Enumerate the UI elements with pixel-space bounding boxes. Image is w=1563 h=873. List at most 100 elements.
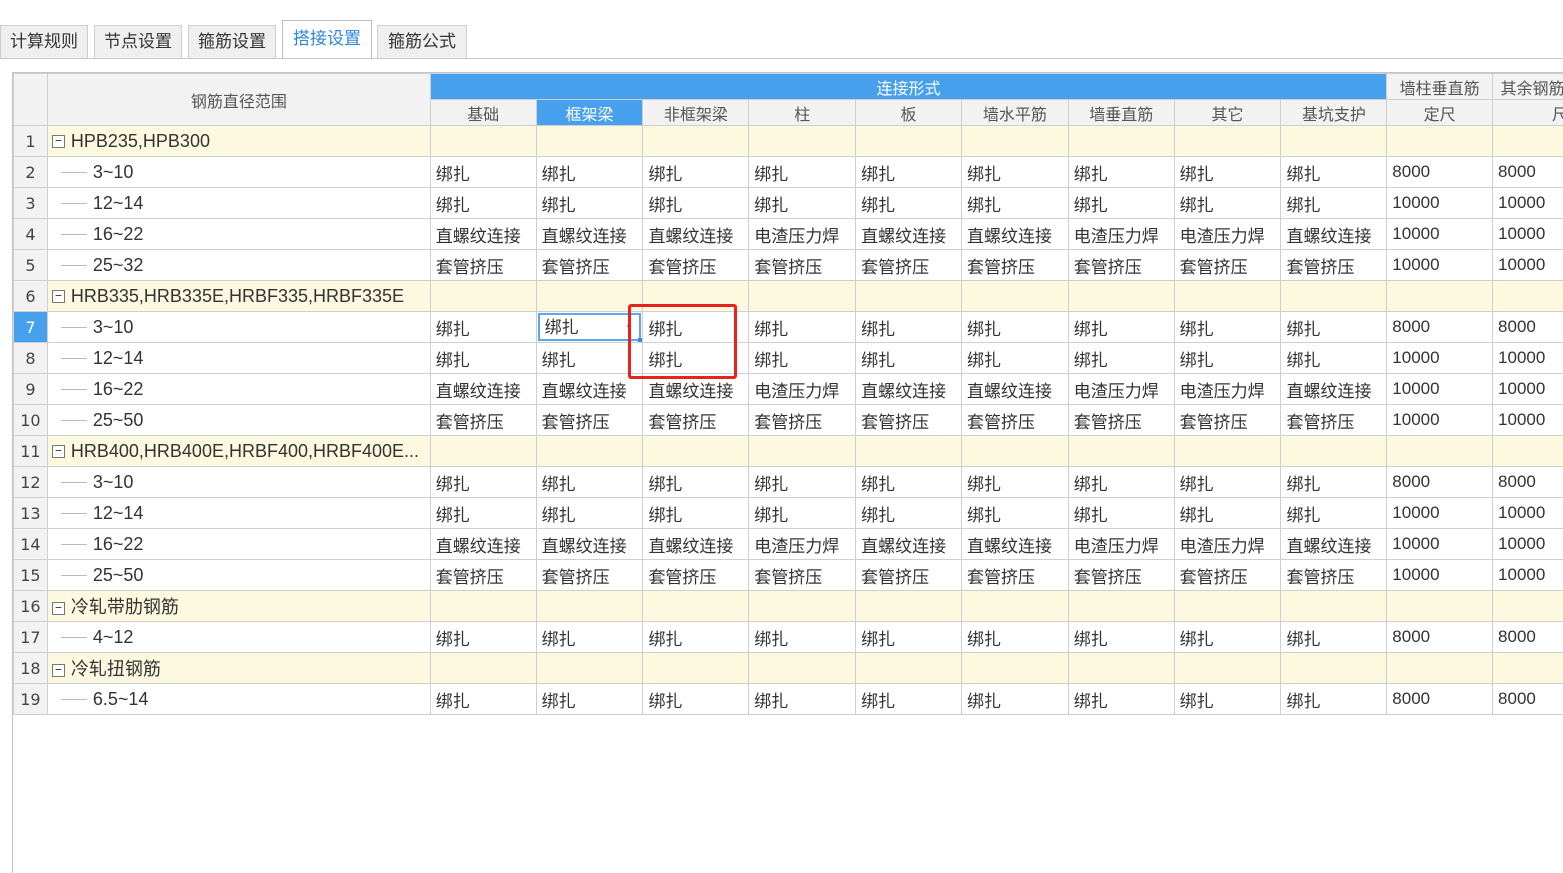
connection-cell[interactable]: 绑扎 [643, 312, 749, 343]
connection-cell[interactable] [430, 653, 536, 684]
table-row[interactable]: 1025~50套管挤压套管挤压套管挤压套管挤压套管挤压套管挤压套管挤压套管挤压套… [14, 405, 1563, 436]
connection-cell[interactable]: 电渣压力焊 [1068, 529, 1174, 560]
connection-cell[interactable] [1281, 281, 1387, 312]
connection-cell[interactable]: 绑扎 [961, 684, 1068, 715]
connection-cell[interactable]: 套管挤压 [1068, 250, 1174, 281]
connection-cell[interactable]: 绑扎 [1068, 498, 1174, 529]
connection-cell[interactable]: 绑扎 [749, 684, 856, 715]
diameter-range-cell[interactable]: 3~10 [47, 467, 430, 498]
table-row[interactable]: 525~32套管挤压套管挤压套管挤压套管挤压套管挤压套管挤压套管挤压套管挤压套管… [14, 250, 1563, 281]
connection-cell[interactable]: 绑扎 [643, 157, 749, 188]
connection-cell[interactable]: 绑扎 [430, 188, 536, 219]
connection-cell[interactable]: 电渣压力焊 [1174, 219, 1281, 250]
connection-cell[interactable]: 直螺纹连接 [856, 374, 962, 405]
connection-cell[interactable]: 直螺纹连接 [536, 529, 643, 560]
connection-cell[interactable] [749, 126, 856, 157]
connection-cell[interactable]: 绑扎 [1174, 622, 1281, 653]
row-number[interactable]: 5 [14, 250, 48, 281]
connection-cell[interactable] [1281, 436, 1387, 467]
connection-cell[interactable]: 直螺纹连接 [856, 219, 962, 250]
other-length-cell[interactable]: 10000 [1493, 529, 1563, 560]
wall-column-length-cell[interactable]: 10000 [1387, 374, 1493, 405]
column-header[interactable]: 墙水平筋 [961, 100, 1068, 126]
group-name-cell[interactable]: −冷轧扭钢筋 [47, 653, 430, 684]
connection-cell[interactable] [1068, 126, 1174, 157]
connection-cell[interactable]: 套管挤压 [1068, 560, 1174, 591]
connection-cell[interactable]: 绑扎 [430, 498, 536, 529]
wall-column-length-cell[interactable]: 10000 [1387, 250, 1493, 281]
connection-cell[interactable] [430, 281, 536, 312]
diameter-range-cell[interactable]: 12~14 [47, 343, 430, 374]
connection-cell[interactable]: 绑扎 [749, 622, 856, 653]
group-name-cell[interactable]: −HPB235,HPB300 [47, 126, 430, 157]
collapse-icon[interactable]: − [52, 445, 65, 458]
connection-cell[interactable]: 绑扎 [1068, 684, 1174, 715]
row-number[interactable]: 2 [14, 157, 48, 188]
column-header[interactable]: 非框架梁 [643, 100, 749, 126]
connection-cell[interactable]: 套管挤压 [1174, 560, 1281, 591]
connection-cell[interactable]: 绑扎 [856, 467, 962, 498]
group-name-cell[interactable]: −HRB400,HRB400E,HRBF400,HRBF400E... [47, 436, 430, 467]
connection-cell[interactable]: 绑扎 [536, 498, 643, 529]
connection-cell[interactable] [1174, 126, 1281, 157]
connection-cell[interactable] [1174, 281, 1281, 312]
column-header[interactable]: 其它 [1174, 100, 1281, 126]
column-header[interactable]: 框架梁 [536, 100, 643, 126]
diameter-range-cell[interactable]: 12~14 [47, 498, 430, 529]
group-row[interactable]: 16−冷轧带肋钢筋 [14, 591, 1563, 622]
connection-cell[interactable]: 直螺纹连接 [1281, 529, 1387, 560]
other-length-cell[interactable]: 10000 [1493, 343, 1563, 374]
connection-cell[interactable] [961, 653, 1068, 684]
wall-column-length-cell[interactable]: 8000 [1387, 684, 1493, 715]
connection-cell[interactable]: 绑扎 [749, 312, 856, 343]
connection-cell[interactable]: 绑扎 [643, 684, 749, 715]
other-length-cell[interactable]: 8000 [1493, 684, 1563, 715]
connection-cell[interactable]: 绑扎 [430, 622, 536, 653]
connection-cell[interactable]: 绑扎 [1174, 467, 1281, 498]
connection-cell[interactable]: 绑扎 [961, 467, 1068, 498]
connection-cell[interactable]: 绑扎 [1281, 622, 1387, 653]
column-header[interactable]: 墙垂直筋 [1068, 100, 1174, 126]
connection-cell[interactable]: 绑扎 [1068, 622, 1174, 653]
collapse-icon[interactable]: − [52, 135, 65, 148]
connection-cell[interactable]: 绑扎 [643, 343, 749, 374]
wall-column-length-cell[interactable]: 8000 [1387, 467, 1493, 498]
row-number[interactable]: 16 [14, 591, 48, 622]
connection-cell[interactable]: 绑扎 [1281, 157, 1387, 188]
connection-cell[interactable] [749, 653, 856, 684]
connection-cell[interactable]: 套管挤压 [643, 405, 749, 436]
connection-cell[interactable]: 绑扎 [1068, 188, 1174, 219]
connection-cell[interactable]: 套管挤压 [536, 250, 643, 281]
connection-cell[interactable]: 套管挤压 [1068, 405, 1174, 436]
other-length-cell[interactable]: 8000 [1493, 157, 1563, 188]
connection-cell[interactable]: 绑扎 [856, 312, 962, 343]
other-length-cell[interactable]: 10000 [1493, 219, 1563, 250]
diameter-range-cell[interactable]: 25~32 [47, 250, 430, 281]
row-number[interactable]: 1 [14, 126, 48, 157]
table-row[interactable]: 312~14绑扎绑扎绑扎绑扎绑扎绑扎绑扎绑扎绑扎1000010000 [14, 188, 1563, 219]
row-number[interactable]: 7 [14, 312, 48, 343]
wall-column-length-cell[interactable]: 10000 [1387, 343, 1493, 374]
diameter-range-cell[interactable]: 16~22 [47, 219, 430, 250]
row-number[interactable]: 8 [14, 343, 48, 374]
connection-cell[interactable]: 直螺纹连接 [961, 219, 1068, 250]
row-number[interactable]: 9 [14, 374, 48, 405]
connection-cell[interactable]: 套管挤压 [961, 560, 1068, 591]
row-number[interactable]: 11 [14, 436, 48, 467]
group-row[interactable]: 1−HPB235,HPB300 [14, 126, 1563, 157]
diameter-range-cell[interactable]: 3~10 [47, 312, 430, 343]
diameter-range-cell[interactable]: 16~22 [47, 529, 430, 560]
tab-node-settings[interactable]: 节点设置 [94, 25, 182, 58]
wall-column-length-cell[interactable] [1387, 591, 1493, 622]
connection-cell[interactable]: 绑扎 [749, 467, 856, 498]
row-number[interactable]: 4 [14, 219, 48, 250]
connection-cell[interactable]: 绑扎 [536, 188, 643, 219]
diameter-range-cell[interactable]: 12~14 [47, 188, 430, 219]
connection-cell[interactable]: 绑扎 [430, 157, 536, 188]
connection-cell[interactable]: 套管挤压 [961, 250, 1068, 281]
connection-cell[interactable] [643, 281, 749, 312]
connection-cell[interactable]: 绑扎 [961, 312, 1068, 343]
connection-cell[interactable]: 绑扎 [856, 157, 962, 188]
diameter-range-cell[interactable]: 3~10 [47, 157, 430, 188]
connection-cell[interactable]: 绑扎▾ [536, 312, 643, 343]
